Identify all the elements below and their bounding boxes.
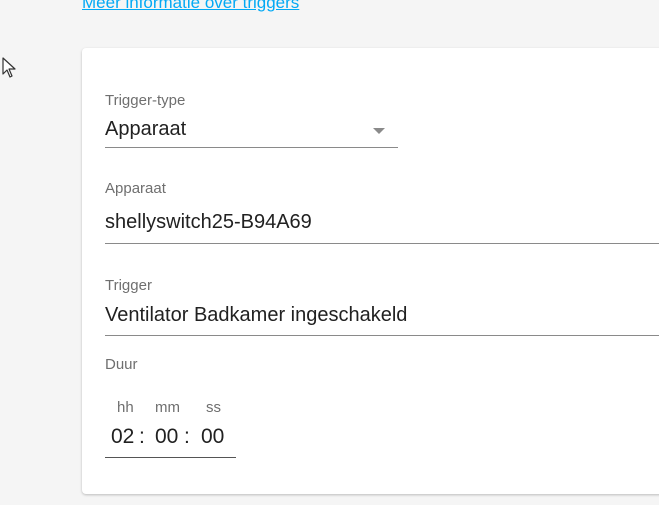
hours-input[interactable]: 02 bbox=[111, 425, 134, 449]
hours-minutes-separator: : bbox=[139, 425, 145, 448]
mouse-pointer-icon bbox=[2, 57, 16, 78]
trigger-underline bbox=[105, 335, 659, 336]
trigger-type-label: Trigger-type bbox=[105, 92, 186, 109]
minutes-unit-label: mm bbox=[155, 399, 180, 416]
trigger-type-select[interactable]: Trigger-type Apparaat bbox=[105, 92, 398, 150]
dropdown-arrow-icon[interactable] bbox=[373, 128, 385, 134]
device-label: Apparaat bbox=[105, 180, 166, 197]
trigger-type-underline bbox=[105, 147, 398, 148]
device-field[interactable]: Apparaat shellyswitch25-B94A69 bbox=[105, 180, 659, 246]
hours-unit-label: hh bbox=[117, 399, 134, 416]
device-input[interactable]: shellyswitch25-B94A69 bbox=[105, 211, 312, 234]
device-underline bbox=[105, 243, 659, 244]
trigger-card: Trigger-type Apparaat Apparaat shellyswi… bbox=[82, 48, 659, 494]
duration-underline bbox=[105, 457, 236, 458]
duration-label: Duur bbox=[105, 356, 138, 373]
seconds-input[interactable]: 00 bbox=[201, 425, 224, 449]
minutes-seconds-separator: : bbox=[184, 425, 190, 448]
minutes-input[interactable]: 00 bbox=[155, 425, 178, 449]
trigger-field[interactable]: Trigger Ventilator Badkamer ingeschakeld bbox=[105, 277, 659, 337]
duration-field: Duur hh mm ss 02 : 00 : 00 bbox=[105, 356, 325, 466]
duration-time-input: 02 : 00 : 00 bbox=[105, 425, 245, 451]
seconds-unit-label: ss bbox=[206, 399, 221, 416]
more-info-triggers-link[interactable]: Meer informatie over triggers bbox=[82, 0, 299, 13]
trigger-label: Trigger bbox=[105, 277, 152, 294]
trigger-type-value[interactable]: Apparaat bbox=[105, 118, 186, 141]
duration-unit-headers: hh mm ss bbox=[105, 399, 245, 417]
trigger-input[interactable]: Ventilator Badkamer ingeschakeld bbox=[105, 304, 407, 327]
